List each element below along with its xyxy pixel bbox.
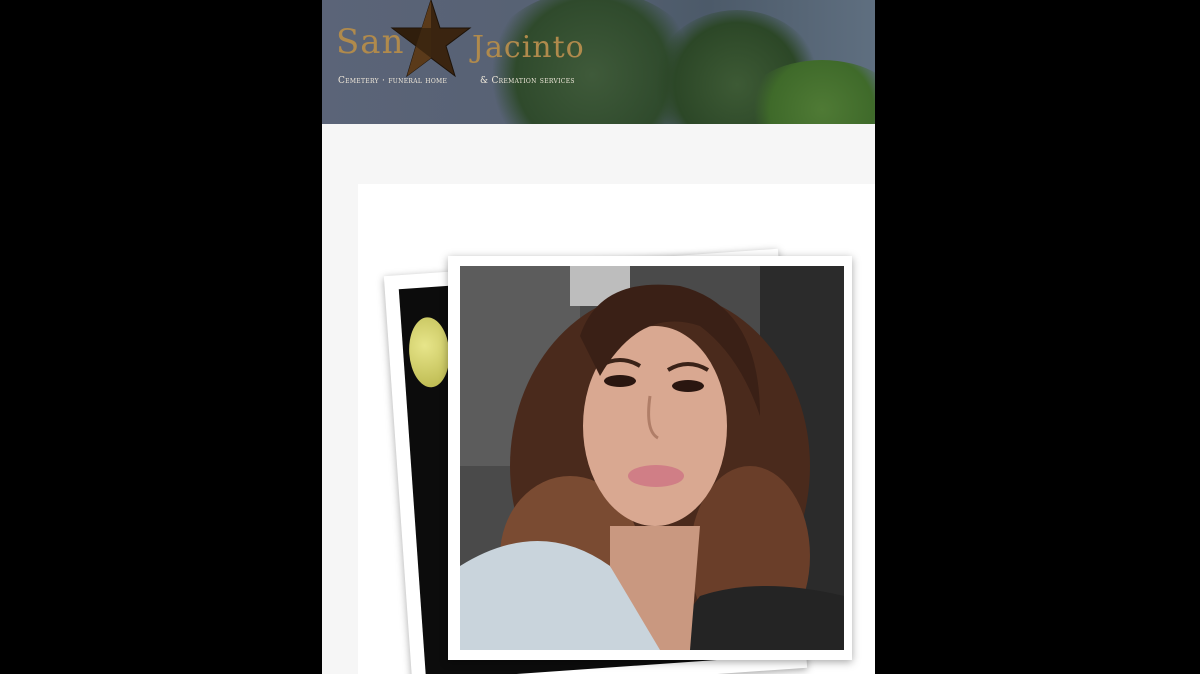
star-icon	[390, 0, 472, 78]
logo-subtitle-left: Cemetery · funeral home	[338, 76, 448, 86]
page: San Jacinto Cemetery · funeral home & Cr…	[322, 0, 875, 674]
lemon-shape	[406, 315, 452, 389]
portrait-illustration	[460, 266, 844, 650]
portrait-photo	[460, 266, 844, 650]
logo-subtitle-right: & Cremation services	[480, 76, 575, 86]
header-banner: San Jacinto Cemetery · funeral home & Cr…	[322, 0, 875, 124]
logo-word-jacinto: Jacinto	[472, 30, 585, 65]
site-logo[interactable]: San Jacinto Cemetery · funeral home & Cr…	[322, 0, 622, 124]
photo-frame-front[interactable]	[448, 256, 852, 660]
